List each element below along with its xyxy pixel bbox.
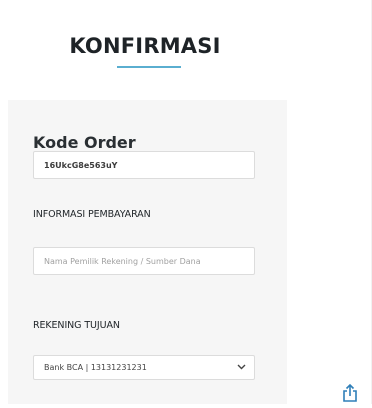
order-section-title: Kode Order [33,133,136,152]
chevron-down-icon [237,363,246,373]
page-title: KONFIRMASI [69,34,221,58]
account-owner-input[interactable] [33,247,255,275]
order-code-field: 16UkcG8e563uY [33,151,255,179]
payment-info-label: INFORMASI PEMBAYARAN [33,209,151,220]
target-account-label: REKENING TUJUAN [33,320,120,331]
target-account-selected-value: Bank BCA | 13131231231 [44,363,147,372]
target-account-select[interactable]: Bank BCA | 13131231231 [33,355,255,380]
title-underline [117,66,181,68]
share-icon[interactable] [341,383,359,403]
